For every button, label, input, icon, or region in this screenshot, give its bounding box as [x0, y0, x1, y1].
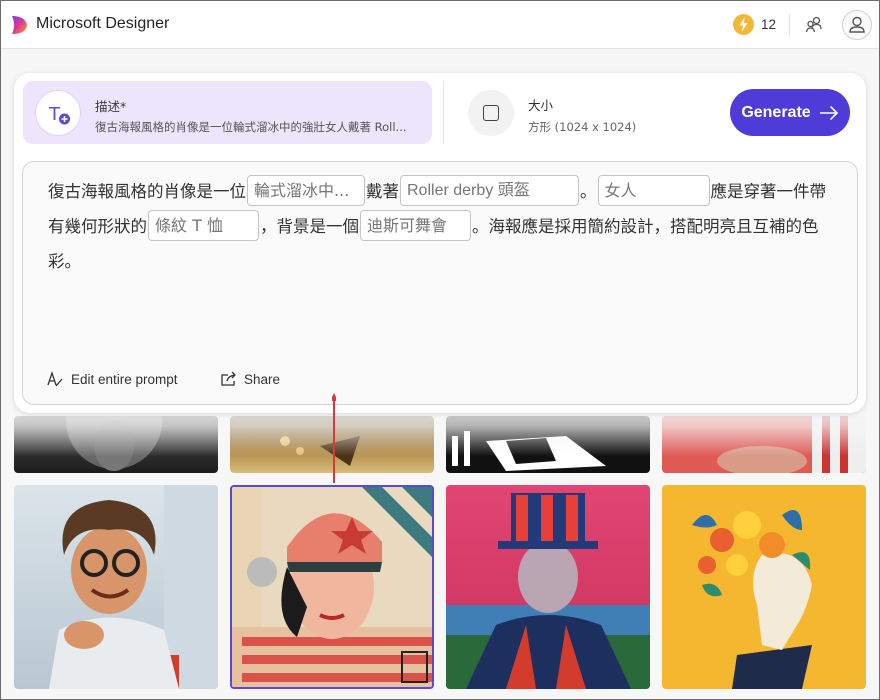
- image-art: [446, 493, 650, 689]
- share-people-icon[interactable]: [804, 15, 824, 35]
- credits-indicator[interactable]: 12: [733, 14, 776, 35]
- divider: [789, 14, 790, 36]
- arrow-right-icon: [819, 105, 838, 120]
- description-card[interactable]: T 描述* 復古海報風格的肖像是一位輪式溜冰中的強壯女人戴著 Roll...: [23, 81, 432, 144]
- gallery-image-cartoon-man[interactable]: [14, 485, 218, 689]
- prompt-editor[interactable]: 復古海報風格的肖像是一位 輪式溜冰中... 戴著 Roller derby 頭盔。女人…: [22, 161, 858, 405]
- image-art: [49, 485, 218, 689]
- divider: [443, 81, 444, 144]
- prompt-slot-helmet[interactable]: Roller derby 頭盔: [400, 175, 579, 206]
- prompt-segment: 。: [580, 182, 597, 201]
- edit-prompt-label: Edit entire prompt: [71, 371, 178, 387]
- description-label: 描述*: [95, 99, 127, 114]
- image-art: [692, 510, 812, 689]
- top-bar: Microsoft Designer 12: [1, 1, 879, 49]
- size-value: 方形 (1024 x 1024): [528, 120, 637, 134]
- share-icon: [221, 371, 236, 386]
- annotation-arrow: [332, 393, 336, 483]
- prompt-segment: 復古海報風格的肖像是一位: [48, 182, 246, 201]
- lightning-icon: [733, 14, 754, 35]
- edit-prompt-button[interactable]: Edit entire prompt: [46, 370, 178, 388]
- app-title: Microsoft Designer: [36, 15, 170, 32]
- share-label: Share: [244, 371, 281, 387]
- prompt-panel: T 描述* 復古海報風格的肖像是一位輪式溜冰中的強壯女人戴著 Roll... 大…: [14, 73, 866, 413]
- text-edit-icon: [47, 370, 63, 387]
- generate-button[interactable]: Generate: [730, 89, 850, 136]
- share-button[interactable]: Share: [219, 370, 280, 388]
- app-window: Microsoft Designer 12 T 描述* 復古海報風格的肖像是一位…: [0, 0, 880, 700]
- svg-text:T: T: [48, 104, 61, 125]
- image-art: [232, 487, 432, 687]
- text-plus-icon: T: [35, 90, 81, 136]
- description-text: 復古海報風格的肖像是一位輪式溜冰中的強壯女人戴著 Roll...: [95, 120, 407, 134]
- prompt-slot-woman[interactable]: 女人: [597, 175, 710, 206]
- prompt-slot-shirt[interactable]: 條紋 T 恤: [148, 210, 259, 241]
- prompt-segment: 戴著: [366, 182, 399, 201]
- gallery-image-paper-flower-head[interactable]: [662, 485, 866, 689]
- user-icon: [849, 16, 865, 33]
- prompt-slot-subject[interactable]: 輪式溜冰中...: [247, 175, 365, 206]
- designer-logo-icon[interactable]: [10, 15, 28, 35]
- credit-count: 12: [761, 17, 777, 32]
- account-button[interactable]: [842, 10, 872, 40]
- gallery-image-roller-derby-poster[interactable]: [230, 485, 434, 689]
- size-label: 大小: [528, 98, 554, 113]
- square-icon: [468, 90, 514, 136]
- gallery-image-top-hat-man[interactable]: [446, 485, 650, 689]
- prompt-text: 復古海報風格的肖像是一位 輪式溜冰中... 戴著 Roller derby 頭盔。女人…: [48, 174, 838, 279]
- prompt-slot-background[interactable]: 迪斯可舞會: [360, 210, 471, 241]
- prompt-segment: ，背景是一個: [260, 217, 359, 236]
- generate-label: Generate: [741, 103, 811, 121]
